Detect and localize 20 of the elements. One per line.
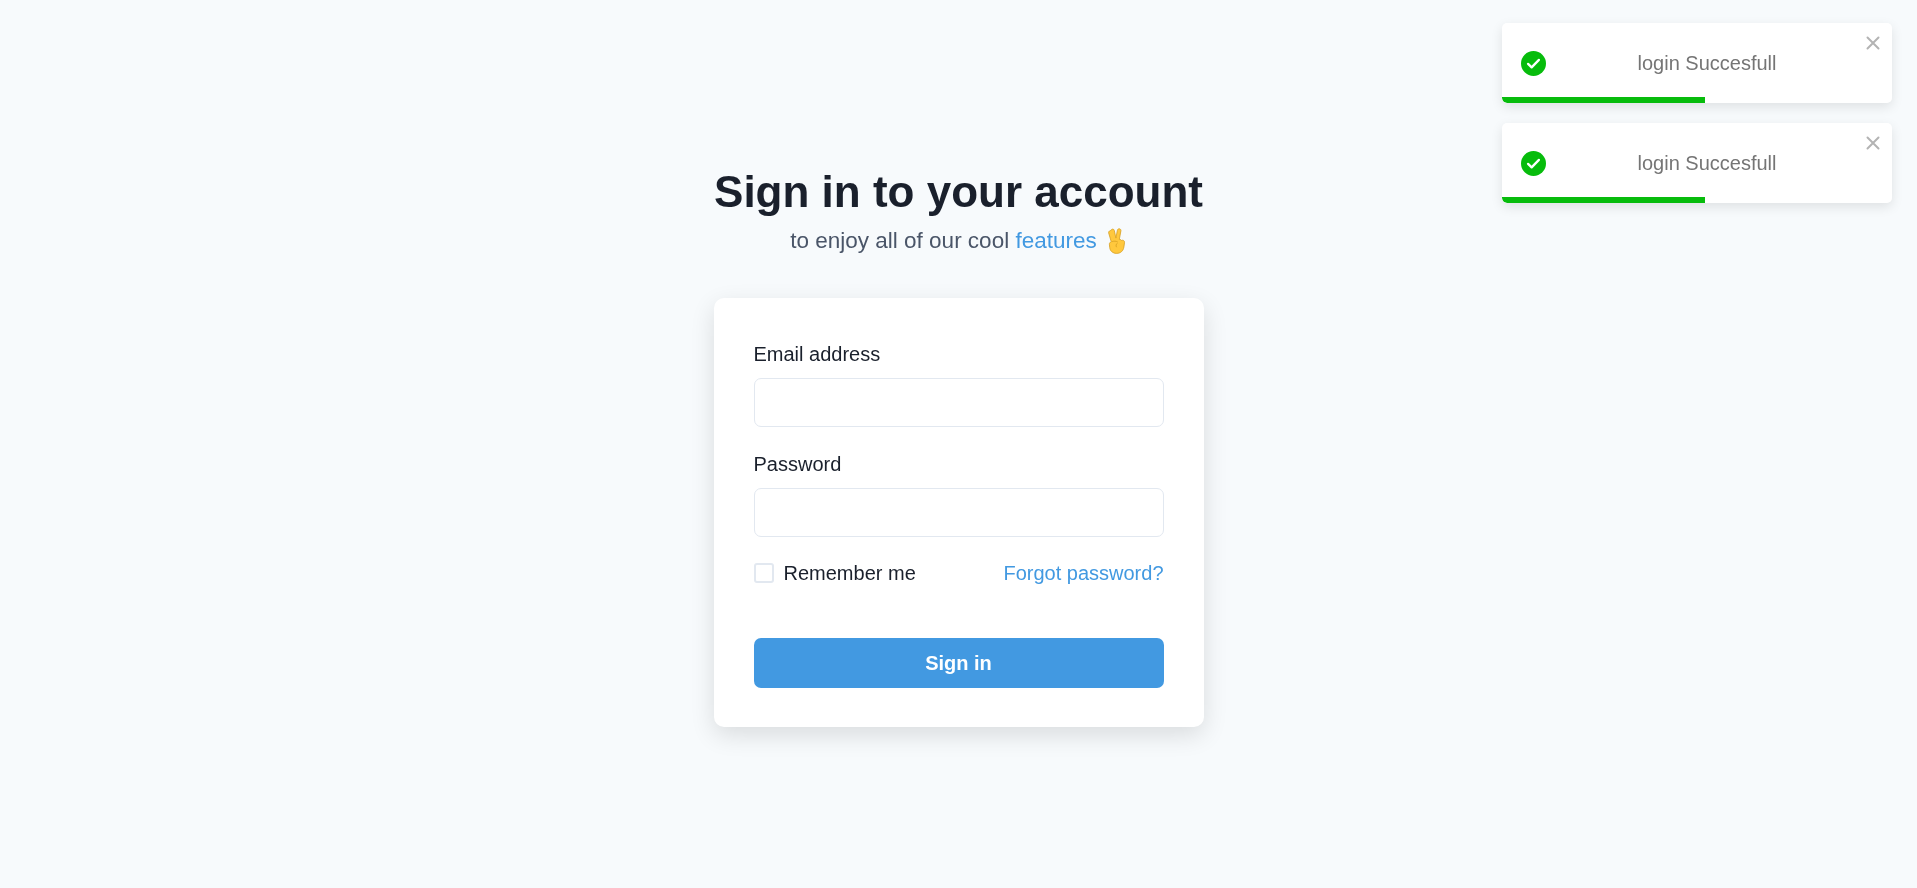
subtitle: to enjoy all of our cool features	[790, 227, 1097, 255]
page-title: Sign in to your account	[714, 166, 1203, 218]
checkbox[interactable]	[753, 563, 774, 583]
toast-message: login Succesfull	[1636, 51, 1778, 75]
check-circle-icon	[1521, 50, 1546, 76]
close-button[interactable]	[1866, 136, 1880, 150]
field-label: Password	[753, 452, 842, 476]
field-label: Email address	[753, 342, 881, 366]
input-field[interactable]	[753, 378, 1164, 427]
toast-message: login Succesfull	[1636, 151, 1778, 175]
close-icon	[1866, 36, 1880, 50]
forgot-password-link[interactable]: Forgot password?	[1003, 561, 1164, 585]
close-button[interactable]	[1866, 36, 1880, 50]
victory-hand-icon	[1106, 228, 1127, 254]
input-field[interactable]	[753, 488, 1164, 537]
close-icon	[1866, 136, 1880, 150]
sign-in-button[interactable]: Sign in	[753, 638, 1164, 688]
checkbox-label: Remember me	[783, 561, 916, 585]
features-link[interactable]: features	[1015, 228, 1097, 253]
check-circle-icon	[1521, 150, 1546, 176]
